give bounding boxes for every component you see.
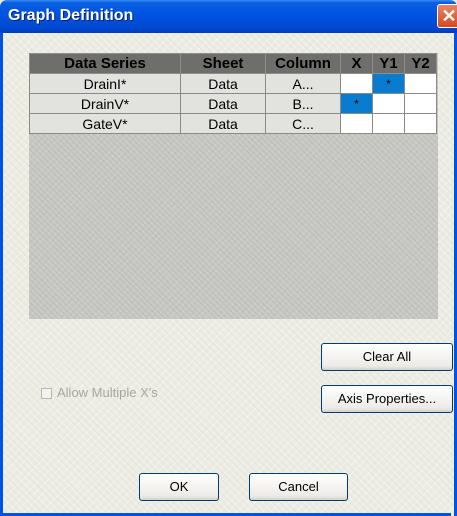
series-name-cell[interactable]: DrainV*: [29, 93, 181, 114]
sheet-cell[interactable]: Data: [180, 73, 266, 94]
ok-button[interactable]: OK: [139, 473, 219, 501]
y1-axis-cell[interactable]: *: [372, 73, 405, 94]
header-y2: Y2: [404, 53, 437, 74]
header-data-series: Data Series: [29, 53, 181, 74]
sheet-cell[interactable]: Data: [180, 93, 266, 114]
allow-multiple-x-option: Allow Multiple X's: [41, 385, 158, 400]
title-bar[interactable]: Graph Definition ✕: [0, 0, 457, 33]
clear-all-button[interactable]: Clear All: [321, 343, 453, 371]
allow-multiple-x-label: Allow Multiple X's: [57, 385, 158, 400]
table-row[interactable]: DrainI* Data A... *: [29, 73, 437, 94]
x-axis-cell[interactable]: [340, 113, 373, 134]
header-y1: Y1: [372, 53, 405, 74]
y2-axis-cell[interactable]: [404, 73, 437, 94]
axis-properties-button[interactable]: Axis Properties...: [321, 385, 453, 413]
y2-axis-cell[interactable]: [404, 113, 437, 134]
column-cell[interactable]: B...: [265, 93, 341, 114]
dialog-body: Data Series Sheet Column X Y1 Y2 DrainI*…: [0, 33, 457, 516]
table-row[interactable]: DrainV* Data B... *: [29, 93, 437, 114]
series-table: Data Series Sheet Column X Y1 Y2 DrainI*…: [29, 53, 437, 134]
y2-axis-cell[interactable]: [404, 93, 437, 114]
column-cell[interactable]: C...: [265, 113, 341, 134]
header-x: X: [340, 53, 373, 74]
cancel-button[interactable]: Cancel: [249, 473, 348, 501]
table-header-row: Data Series Sheet Column X Y1 Y2: [29, 53, 437, 74]
series-name-cell[interactable]: GateV*: [29, 113, 181, 134]
table-row[interactable]: GateV* Data C...: [29, 113, 437, 134]
close-button[interactable]: ✕: [437, 4, 457, 28]
allow-multiple-x-checkbox: [41, 388, 52, 400]
sheet-cell[interactable]: Data: [180, 113, 266, 134]
column-cell[interactable]: A...: [265, 73, 341, 94]
header-sheet: Sheet: [180, 53, 266, 74]
y1-axis-cell[interactable]: [372, 93, 405, 114]
window-title: Graph Definition: [8, 7, 134, 24]
close-icon: ✕: [441, 6, 457, 26]
series-name-cell[interactable]: DrainI*: [29, 73, 181, 94]
series-grid-panel: Data Series Sheet Column X Y1 Y2 DrainI*…: [29, 53, 438, 319]
y1-axis-cell[interactable]: [372, 113, 405, 134]
x-axis-cell[interactable]: [340, 73, 373, 94]
x-axis-cell[interactable]: *: [340, 93, 373, 114]
header-column: Column: [265, 53, 341, 74]
